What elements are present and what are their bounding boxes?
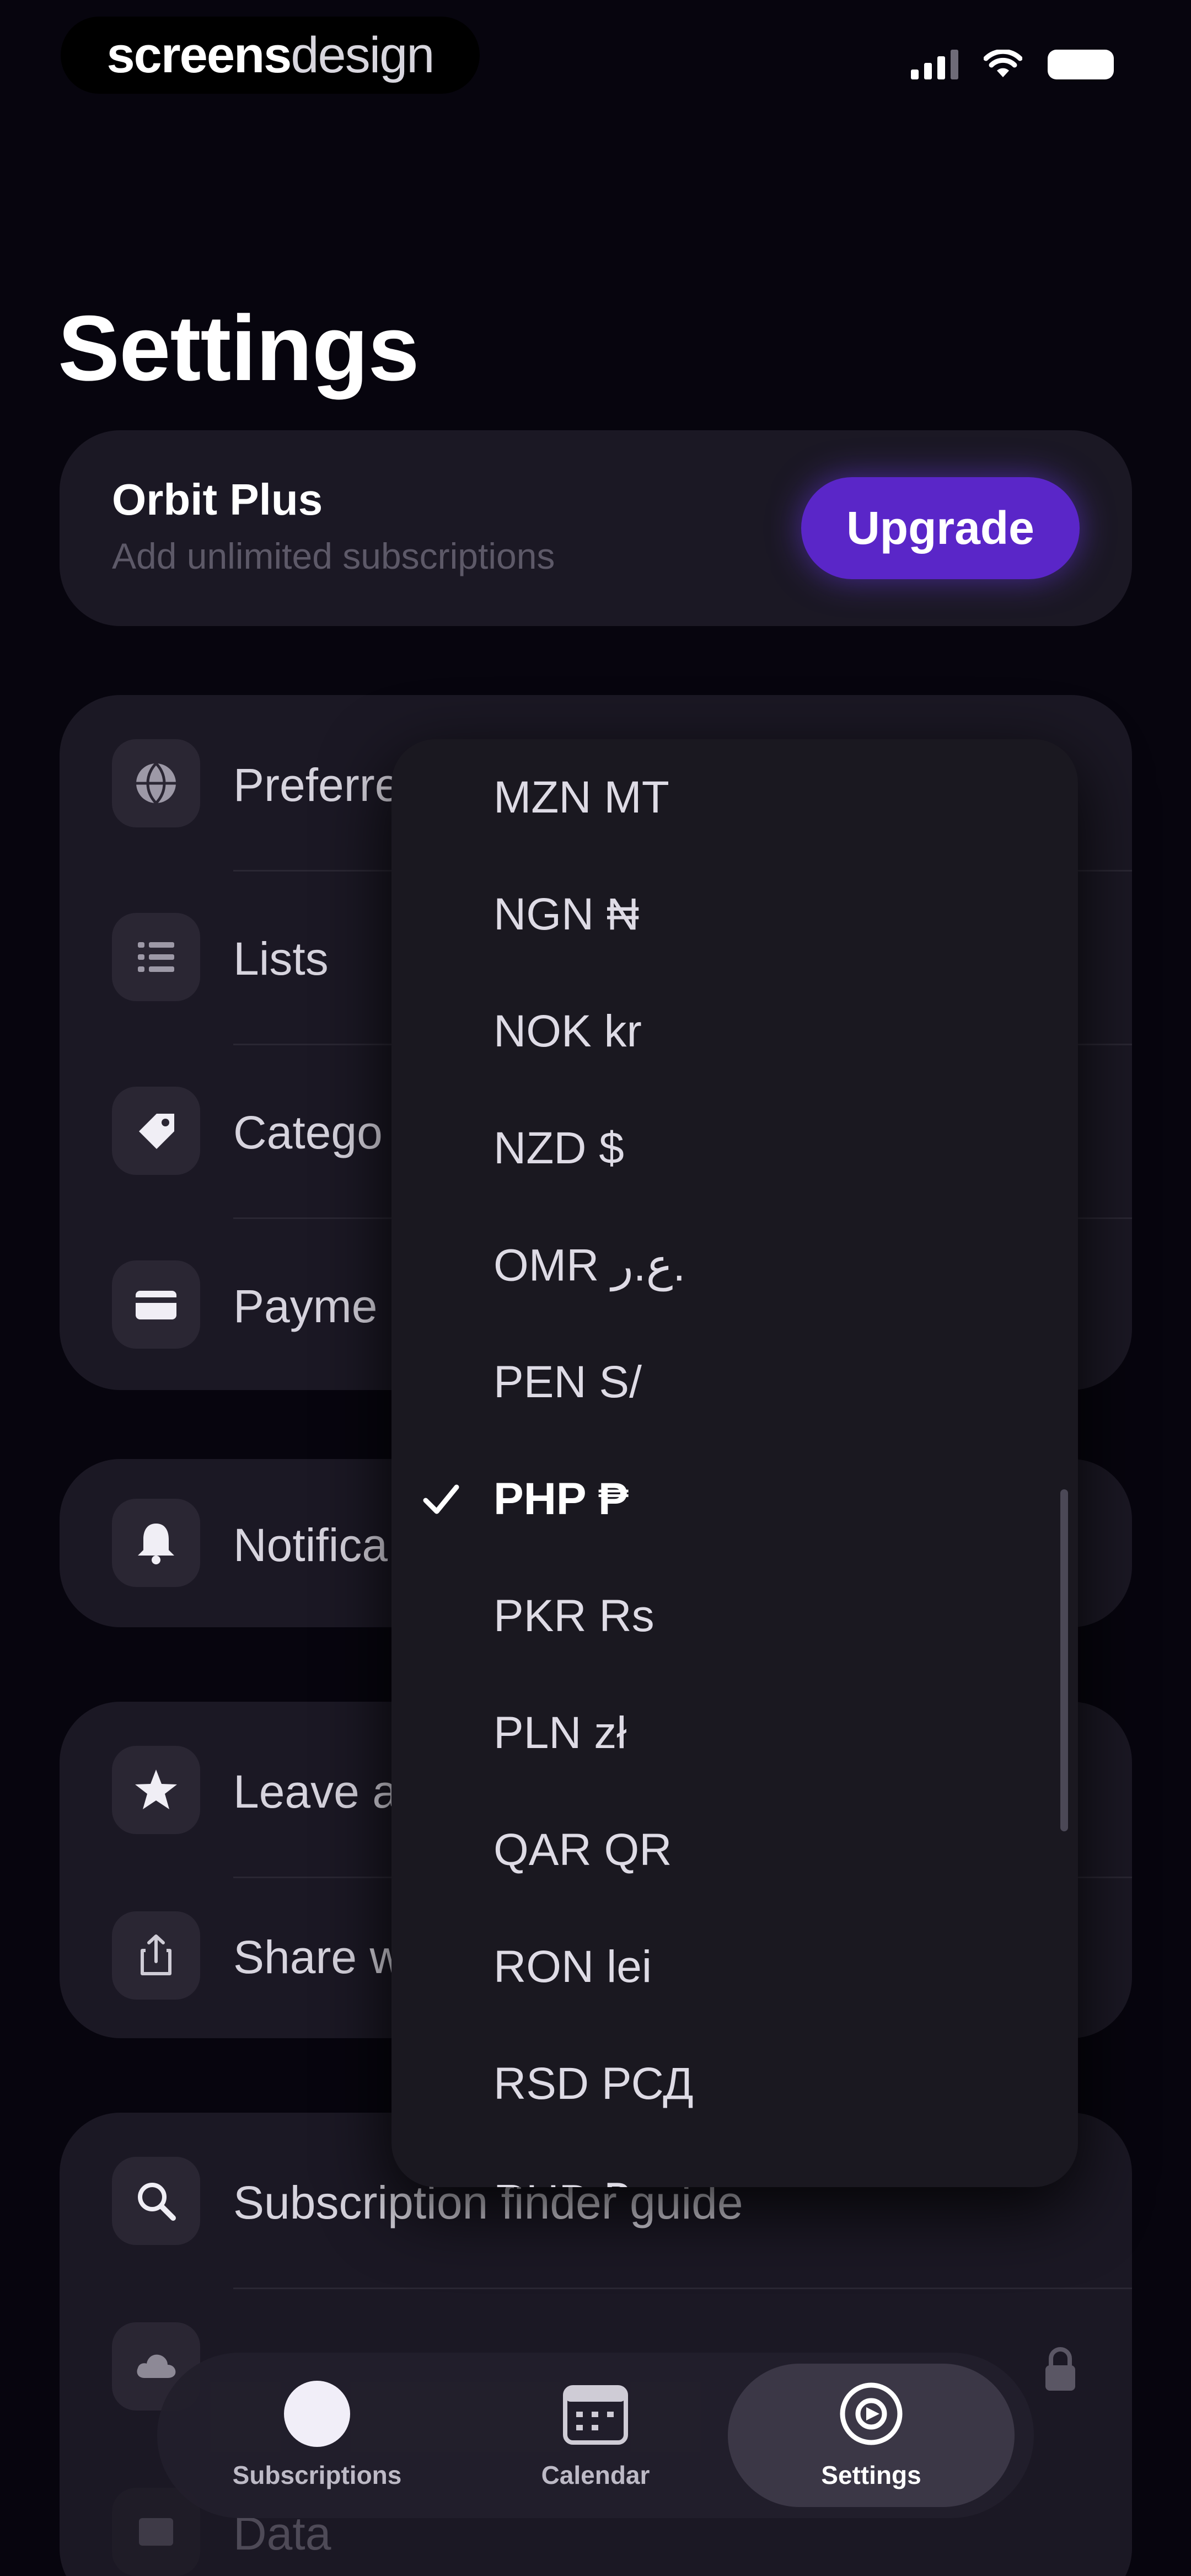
settings-screen: screens design Settings Orbit Plus Add un… [0, 0, 1191, 2576]
tab-settings[interactable]: Settings [728, 2364, 1015, 2507]
currency-option-label: RSD РСД [493, 2059, 694, 2109]
plus-title: Orbit Plus [112, 475, 323, 524]
currency-option-label: PKR Rs [493, 1591, 654, 1641]
wifi-icon [984, 50, 1022, 79]
tab-label: Settings [821, 2461, 921, 2489]
checkmark-icon [423, 1484, 459, 1514]
currency-option-label: RUB ₽ [493, 2175, 630, 2188]
currency-option-selected[interactable]: PHP ₱ [391, 1441, 1078, 1558]
currency-option[interactable]: PEN S/ [391, 1324, 1078, 1441]
share-icon [112, 1911, 200, 2000]
settings-row-label: Catego [233, 1107, 383, 1158]
currency-dropdown[interactable]: MZN MT NGN ₦ NOK kr NZD $ OMR ع.ر. PEN S… [391, 739, 1078, 2187]
currency-option-label: NOK kr [493, 1006, 642, 1056]
settings-row-label: Lists [233, 933, 329, 985]
tag-icon [112, 1087, 200, 1175]
plus-subtitle: Add unlimited subscriptions [112, 536, 555, 576]
card-icon [112, 1260, 200, 1349]
currency-option[interactable]: RSD РСД [391, 2025, 1078, 2142]
page-title: Settings [58, 296, 420, 400]
orbit-plus-card: Orbit Plus Add unlimited subscriptions U… [60, 430, 1132, 626]
currency-option[interactable]: PKR Rs [391, 1558, 1078, 1675]
currency-option[interactable]: RUB ₽ [391, 2142, 1078, 2188]
currency-option[interactable]: MZN MT [391, 739, 1078, 856]
currency-option[interactable]: QAR QR [391, 1792, 1078, 1909]
calendar-icon [563, 2385, 628, 2445]
tab-subscriptions[interactable]: Subscriptions [179, 2353, 455, 2518]
currency-option-label: RON lei [493, 1942, 652, 1992]
search-icon [112, 2157, 200, 2245]
globe-icon [112, 739, 200, 827]
settings-tab-icon [840, 2382, 903, 2445]
currency-option[interactable]: OMR ع.ر. [391, 1207, 1078, 1324]
brand-part2: design [291, 26, 434, 83]
currency-option-label: QAR QR [493, 1825, 672, 1875]
settings-row-label: Payme [233, 1280, 378, 1332]
bell-icon [112, 1499, 200, 1587]
brand-watermark: screens design [61, 17, 480, 94]
settings-row-label: Share w [233, 1931, 404, 1983]
signal-icon [911, 49, 958, 79]
currency-option[interactable]: PLN zł [391, 1675, 1078, 1792]
lock-icon [1045, 2347, 1075, 2391]
tab-label: Subscriptions [232, 2461, 402, 2489]
currency-option[interactable]: RON lei [391, 1909, 1078, 2025]
currency-option-label: MZN MT [493, 772, 669, 822]
status-icons [911, 49, 1114, 79]
battery-icon [1048, 50, 1114, 79]
tab-calendar[interactable]: Calendar [458, 2353, 733, 2518]
tab-bar: Subscriptions Calendar Settings [157, 2353, 1034, 2518]
settings-row-label: Notifica [233, 1519, 388, 1571]
currency-option-label: NGN ₦ [493, 889, 640, 939]
list-icon [112, 913, 200, 1001]
currency-option[interactable]: NGN ₦ [391, 856, 1078, 973]
currency-option-label: PLN zł [493, 1708, 627, 1758]
currency-option[interactable]: NZD $ [391, 1090, 1078, 1207]
brand-part1: screens [106, 26, 292, 83]
tab-label: Calendar [541, 2461, 650, 2489]
subscriptions-icon [284, 2381, 350, 2447]
star-icon [112, 1746, 200, 1834]
currency-option[interactable]: NOK kr [391, 973, 1078, 1090]
dropdown-scrollbar[interactable] [1060, 1489, 1068, 1831]
currency-option-label: PEN S/ [493, 1357, 642, 1407]
currency-option-label: PHP ₱ [493, 1474, 629, 1524]
currency-option-label: OMR ع.ر. [493, 1240, 686, 1291]
settings-row-label: Leave a [233, 1766, 398, 1818]
upgrade-button[interactable]: Upgrade [801, 477, 1080, 579]
currency-option-label: NZD $ [493, 1123, 624, 1173]
